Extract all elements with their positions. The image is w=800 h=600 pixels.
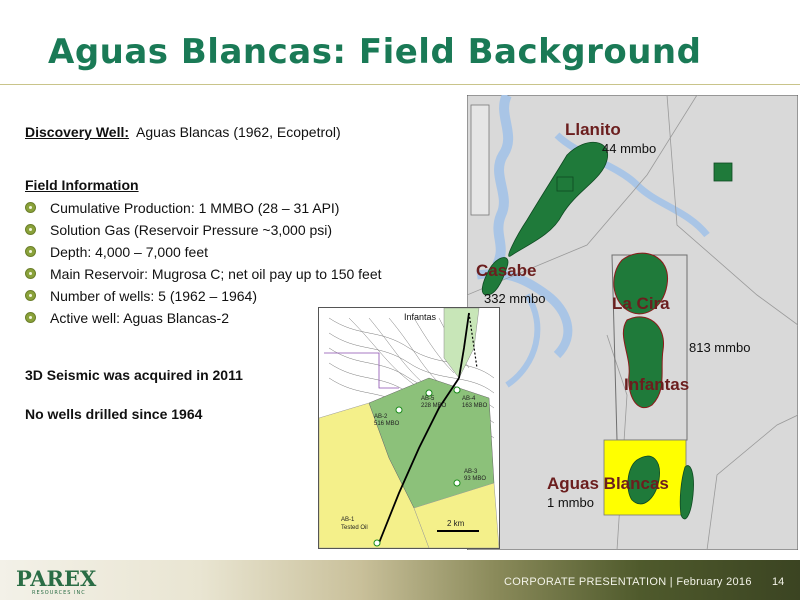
logo-subtitle: RESOURCES INC — [32, 590, 86, 596]
well-ab1-name: AB-1 — [341, 517, 355, 523]
la-cira-label: La Cira — [612, 294, 670, 313]
bullet-icon — [25, 268, 36, 279]
llanito-volume: 44 mmbo — [602, 141, 656, 156]
casabe-label: Casabe — [476, 261, 536, 280]
bullet-item: Active well: Aguas Blancas-2 — [25, 310, 229, 326]
parex-logo: PAREX RESOURCES INC — [16, 566, 97, 596]
well-ab3-name: AB-3 — [464, 469, 478, 475]
bullet-text: Number of wells: 5 (1962 – 1964) — [50, 288, 257, 304]
bullet-icon — [25, 312, 36, 323]
well-ab4-name: AB-4 — [462, 396, 476, 402]
bullet-text: Main Reservoir: Mugrosa C; net oil pay u… — [50, 266, 382, 282]
bullet-icon — [25, 224, 36, 235]
well-ab4-volume: 163 MBO — [462, 403, 488, 409]
well-ab3-volume: 93 MBO — [464, 476, 486, 482]
inset-title: Infantas — [404, 312, 437, 322]
scale-label: 2 km — [447, 519, 465, 528]
llanito-label: Llanito — [565, 120, 621, 139]
field-info-heading: Field Information — [25, 177, 139, 193]
well-ab2-volume: 516 MBO — [374, 421, 400, 427]
regional-field-map: Llanito 44 mmbo Casabe 332 mmbo La Cira … — [467, 95, 798, 550]
aguas-blancas-inset-map: Infantas AB-5 228 MBO AB-4 163 MBO AB-2 … — [318, 307, 500, 549]
bullet-item: Depth: 4,000 – 7,000 feet — [25, 244, 208, 260]
bullet-item: Main Reservoir: Mugrosa C; net oil pay u… — [25, 266, 382, 282]
bullet-text: Cumulative Production: 1 MMBO (28 – 31 A… — [50, 200, 340, 216]
bullet-icon — [25, 202, 36, 213]
well-ab5-name: AB-5 — [421, 396, 435, 402]
infantas-label: Infantas — [624, 375, 689, 394]
la-cira-volume: 813 mmbo — [689, 340, 750, 355]
bullet-text: Depth: 4,000 – 7,000 feet — [50, 244, 209, 260]
bullet-item: Cumulative Production: 1 MMBO (28 – 31 A… — [25, 200, 339, 216]
bullet-item: Number of wells: 5 (1962 – 1964) — [25, 288, 257, 304]
bullet-text: Active well: Aguas Blancas-2 — [50, 310, 229, 326]
wells-note: No wells drilled since 1964 — [25, 406, 203, 422]
casabe-volume: 332 mmbo — [484, 291, 545, 306]
aguas-blancas-label: Aguas Blancas — [547, 474, 669, 493]
discovery-label: Discovery Well: — [25, 124, 130, 140]
aguas-blancas-volume: 1 mmbo — [547, 495, 594, 510]
seismic-note: 3D Seismic was acquired in 2011 — [25, 367, 243, 383]
title-divider — [0, 84, 800, 85]
page-number: 14 — [772, 576, 785, 588]
well-ab1-volume: Tested Oil — [341, 525, 368, 531]
page-title: Aguas Blancas: Field Background — [48, 32, 702, 72]
bullet-item: Solution Gas (Reservoir Pressure ~3,000 … — [25, 222, 332, 238]
footer-caption: CORPORATE PRESENTATION | February 2016 — [504, 576, 752, 588]
well-ab5-volume: 228 MBO — [421, 403, 447, 409]
bullet-text: Solution Gas (Reservoir Pressure ~3,000 … — [50, 222, 333, 238]
bullet-icon — [25, 290, 36, 301]
discovery-line: Discovery Well: Aguas Blancas (1962, Eco… — [25, 124, 341, 140]
well-ab2-name: AB-2 — [374, 414, 388, 420]
discovery-value: Aguas Blancas (1962, Ecopetrol) — [136, 124, 341, 140]
bullet-icon — [25, 246, 36, 257]
logo-wordmark: PAREX — [16, 566, 97, 591]
